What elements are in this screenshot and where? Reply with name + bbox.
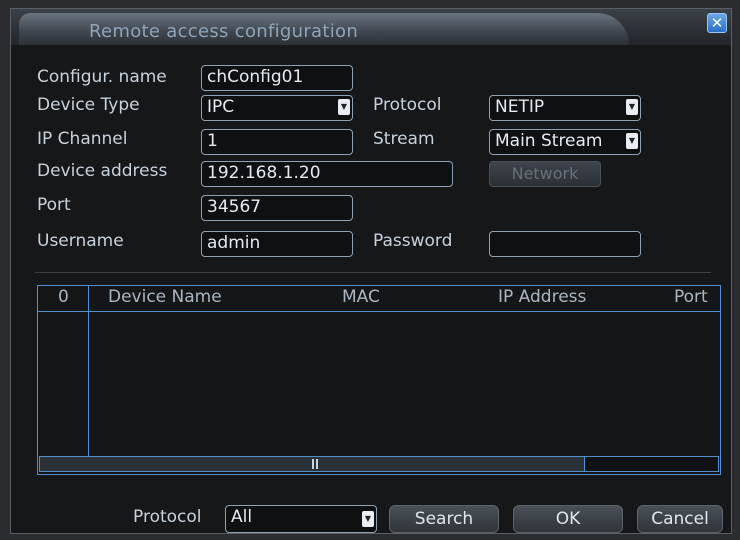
title-bar[interactable]: Remote access configuration ✕: [11, 9, 731, 45]
port-label: Port: [37, 195, 71, 215]
network-button[interactable]: Network: [489, 161, 601, 187]
device-type-label: Device Type: [37, 95, 140, 115]
cancel-button-label: Cancel: [651, 509, 709, 529]
search-button[interactable]: Search: [389, 505, 499, 533]
network-button-label: Network: [511, 164, 579, 183]
protocol-select[interactable]: NETIP ▼: [489, 95, 641, 121]
port-value: 34567: [207, 197, 262, 217]
column-separator: [88, 286, 89, 458]
config-name-input[interactable]: chConfig01: [201, 65, 353, 91]
scrollbar-thumb[interactable]: [40, 457, 585, 471]
chevron-down-icon[interactable]: ▼: [626, 99, 638, 115]
filter-protocol-select[interactable]: All ▼: [225, 505, 377, 533]
horizontal-scrollbar[interactable]: [39, 456, 719, 472]
stream-value: Main Stream: [495, 131, 603, 151]
cancel-button[interactable]: Cancel: [637, 505, 723, 533]
device-list-table[interactable]: 0 Device Name MAC IP Address Port: [37, 285, 721, 475]
filter-protocol-value: All: [231, 507, 253, 527]
chevron-down-icon[interactable]: ▼: [338, 99, 350, 115]
config-name-label: Configur. name: [37, 67, 167, 87]
close-icon: ✕: [710, 14, 724, 32]
protocol-label: Protocol: [373, 95, 442, 115]
ip-channel-value: 1: [207, 131, 218, 151]
title-tab: Remote access configuration: [19, 13, 629, 45]
device-address-label: Device address: [37, 161, 168, 181]
username-input[interactable]: admin: [201, 231, 353, 257]
ok-button[interactable]: OK: [513, 505, 623, 533]
password-label: Password: [373, 231, 453, 251]
table-header: 0 Device Name MAC IP Address Port: [38, 286, 720, 312]
protocol-value: NETIP: [495, 97, 545, 117]
stream-label: Stream: [373, 129, 435, 149]
device-type-select[interactable]: IPC ▼: [201, 95, 353, 121]
device-address-value: 192.168.1.20: [207, 163, 321, 183]
password-input[interactable]: [489, 231, 641, 257]
dialog-title: Remote access configuration: [89, 21, 359, 42]
chevron-down-icon[interactable]: ▼: [626, 133, 638, 149]
column-header-device-name[interactable]: Device Name: [108, 287, 222, 307]
search-button-label: Search: [414, 509, 474, 529]
column-header-ip-address[interactable]: IP Address: [498, 287, 586, 307]
column-header-mac[interactable]: MAC: [342, 287, 380, 307]
chevron-down-icon[interactable]: ▼: [362, 511, 374, 527]
device-address-input[interactable]: 192.168.1.20: [201, 161, 453, 187]
stream-select[interactable]: Main Stream ▼: [489, 129, 641, 155]
remote-access-config-dialog: Remote access configuration ✕ Configur. …: [10, 8, 732, 534]
username-label: Username: [37, 231, 124, 251]
filter-protocol-label: Protocol: [133, 507, 202, 527]
grip-icon: [312, 459, 318, 469]
username-value: admin: [207, 233, 261, 253]
ip-channel-input[interactable]: 1: [201, 129, 353, 155]
close-button[interactable]: ✕: [707, 13, 727, 33]
ok-button-label: OK: [555, 509, 581, 529]
device-type-value: IPC: [207, 97, 235, 117]
column-header-index[interactable]: 0: [58, 287, 69, 307]
divider: [35, 272, 711, 273]
column-header-port[interactable]: Port: [674, 287, 708, 307]
port-input[interactable]: 34567: [201, 195, 353, 221]
ip-channel-label: IP Channel: [37, 129, 128, 149]
config-name-value: chConfig01: [207, 67, 304, 87]
